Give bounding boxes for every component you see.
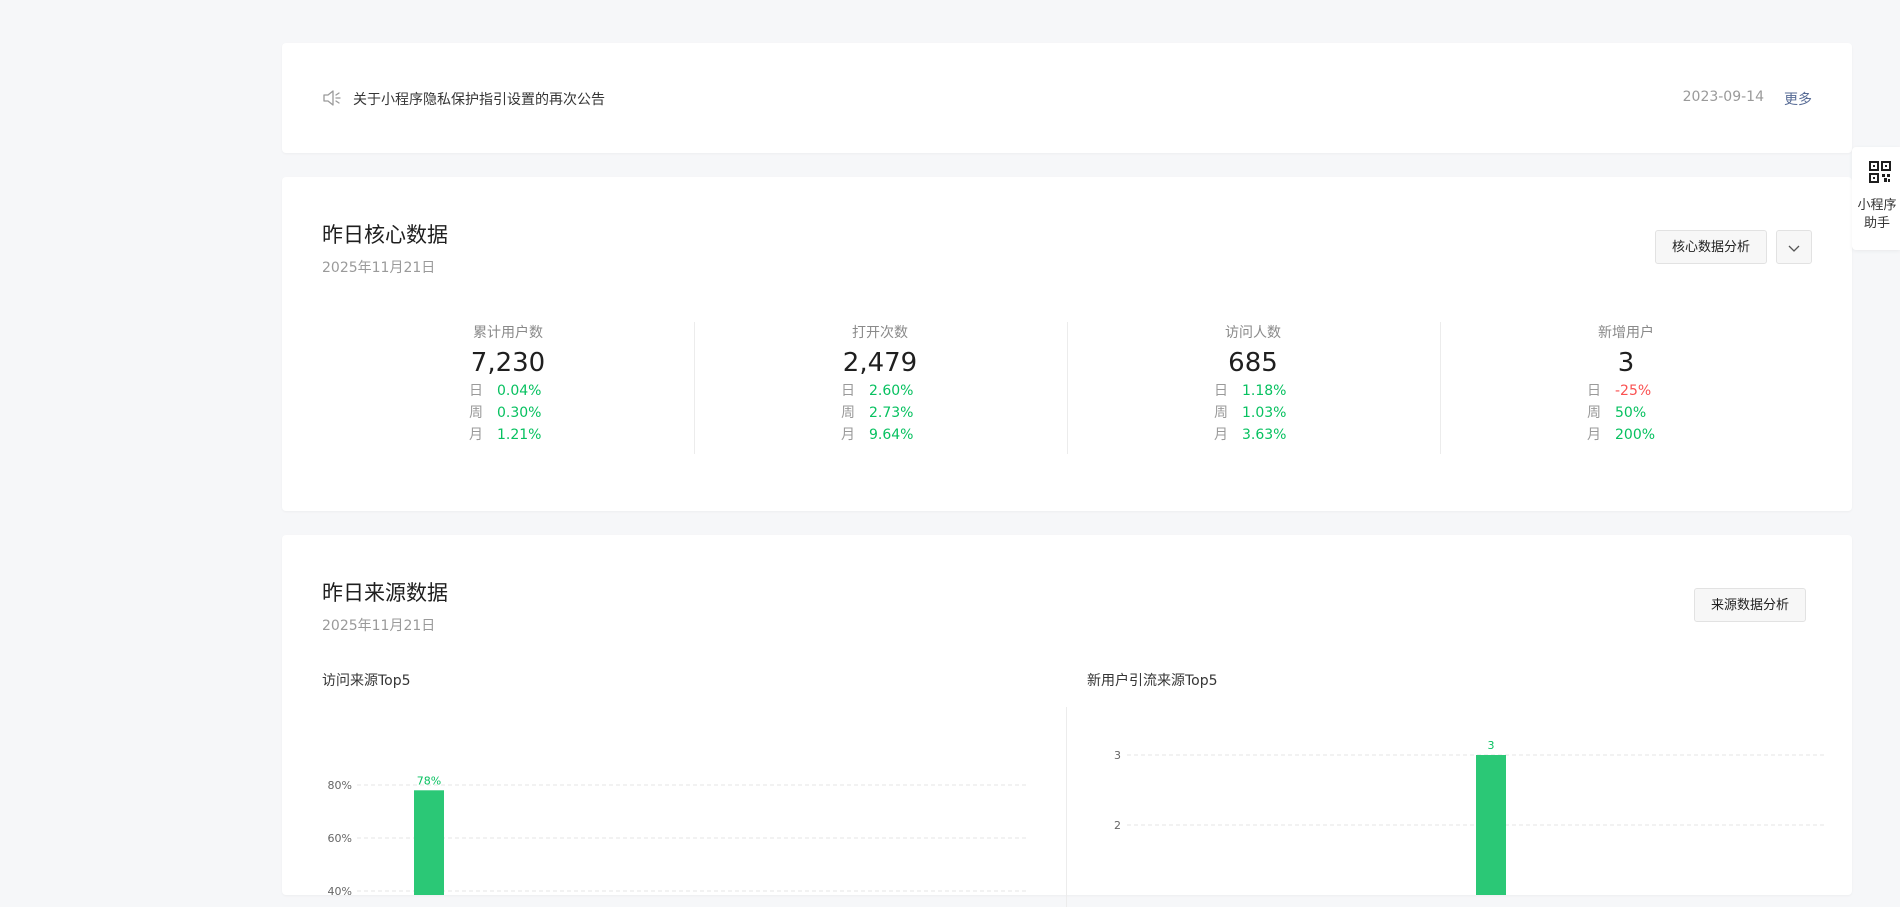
newuser-source-chart-title: 新用户引流来源Top5 xyxy=(1087,673,1218,689)
bar[interactable] xyxy=(1476,755,1506,895)
metric-value: 7,230 xyxy=(470,348,546,378)
core-data-card: 昨日核心数据 2025年11月21日 核心数据分析 累计用户数 7,230 日 0.0… xyxy=(282,177,1852,511)
core-section-date: 2025年11月21日 xyxy=(322,260,436,276)
visit-source-chart: 40% 60% 80% 78% xyxy=(328,774,1027,895)
change-period-label: 月 xyxy=(1587,427,1601,443)
metric-change-row: 周 50% xyxy=(1440,402,1812,424)
bar-value-label: 3 xyxy=(1488,739,1495,752)
helper-label-line2: 助手 xyxy=(1863,216,1890,231)
change-percent: 2.73% xyxy=(869,405,914,421)
helper-label: 小程序 助手 xyxy=(1854,197,1900,233)
notice-card: 关于小程序隐私保护指引设置的再次公告 2023-09-14 更多 xyxy=(282,43,1852,153)
change-percent: 3.63% xyxy=(1242,427,1287,443)
metric-change-row: 日 1.18% xyxy=(1067,380,1439,402)
metric-change-row: 周 1.03% xyxy=(1067,402,1439,424)
metric-label: 打开次数 xyxy=(852,325,908,341)
change-percent: -25% xyxy=(1615,383,1652,399)
source-analysis-button[interactable]: 来源数据分析 xyxy=(1694,588,1807,622)
metric-label: 累计用户数 xyxy=(473,325,543,341)
core-section-title: 昨日核心数据 xyxy=(322,223,448,247)
change-percent: 2.60% xyxy=(869,383,914,399)
core-dropdown-button[interactable] xyxy=(1776,230,1812,264)
metric-change-row: 月 3.63% xyxy=(1067,424,1439,446)
metric-value: 685 xyxy=(1228,348,1278,378)
change-period-label: 日 xyxy=(1587,383,1601,399)
y-tick-label: 80% xyxy=(328,779,352,792)
helper-label-line1: 小程序 xyxy=(1857,198,1897,213)
change-percent: 1.21% xyxy=(497,427,542,443)
source-data-card: 昨日来源数据 2025年11月21日 来源数据分析 访问来源Top5 新用户引流… xyxy=(282,535,1852,907)
y-tick-label: 3 xyxy=(1114,749,1121,762)
y-tick-label: 40% xyxy=(328,885,352,895)
metric-change-row: 月 9.64% xyxy=(694,424,1066,446)
metric-column: 累计用户数 7,230 日 0.04% 周 0.30% 月 1.21% xyxy=(322,322,694,454)
metric-value: 2,479 xyxy=(842,348,918,378)
notice-more-link[interactable]: 更多 xyxy=(1784,89,1812,109)
notice-text[interactable]: 关于小程序隐私保护指引设置的再次公告 xyxy=(353,89,605,109)
metric-change-row: 周 2.73% xyxy=(694,402,1066,424)
y-tick-label: 60% xyxy=(328,832,352,845)
qr-code-icon xyxy=(1869,161,1891,183)
metric-column: 访问人数 685 日 1.18% 周 1.03% 月 3.63% xyxy=(1067,322,1439,454)
change-period-label: 月 xyxy=(841,427,855,443)
metric-value: 3 xyxy=(1617,348,1635,378)
bar-value-label: 78% xyxy=(417,774,441,787)
metric-column: 新增用户 3 日 -25% 周 50% 月 200% xyxy=(1440,322,1812,454)
change-percent: 1.03% xyxy=(1242,405,1287,421)
change-percent: 0.30% xyxy=(497,405,542,421)
change-period-label: 日 xyxy=(469,383,483,399)
change-period-label: 周 xyxy=(1587,405,1601,421)
metric-change-rows: 日 -25% 周 50% 月 200% xyxy=(1440,380,1812,446)
bar[interactable] xyxy=(414,790,444,895)
metric-change-row: 周 0.30% xyxy=(322,402,694,424)
change-period-label: 周 xyxy=(841,405,855,421)
change-period-label: 周 xyxy=(469,405,483,421)
metric-change-row: 日 -25% xyxy=(1440,380,1812,402)
miniprogram-helper-button[interactable]: 小程序 助手 xyxy=(1852,147,1900,250)
notice-date: 2023-09-14 xyxy=(1682,89,1764,105)
metric-change-rows: 日 2.60% 周 2.73% 月 9.64% xyxy=(694,380,1066,446)
metric-column: 打开次数 2,479 日 2.60% 周 2.73% 月 9.64% xyxy=(694,322,1066,454)
newuser-source-chart: 2 3 3 xyxy=(1114,739,1827,895)
metric-label: 访问人数 xyxy=(1225,325,1281,341)
change-period-label: 日 xyxy=(841,383,855,399)
change-percent: 9.64% xyxy=(869,427,914,443)
metric-change-rows: 日 0.04% 周 0.30% 月 1.21% xyxy=(322,380,694,446)
metric-change-row: 日 2.60% xyxy=(694,380,1066,402)
source-section-date: 2025年11月21日 xyxy=(322,618,436,634)
metric-change-row: 日 0.04% xyxy=(322,380,694,402)
change-percent: 50% xyxy=(1615,405,1647,421)
change-period-label: 月 xyxy=(469,427,483,443)
metric-change-rows: 日 1.18% 周 1.03% 月 3.63% xyxy=(1067,380,1439,446)
metric-change-row: 月 1.21% xyxy=(322,424,694,446)
change-period-label: 月 xyxy=(1214,427,1228,443)
change-period-label: 周 xyxy=(1214,405,1228,421)
y-tick-label: 2 xyxy=(1114,819,1121,832)
change-percent: 0.04% xyxy=(497,383,542,399)
change-period-label: 日 xyxy=(1214,383,1228,399)
speaker-icon xyxy=(323,90,341,106)
source-section-title: 昨日来源数据 xyxy=(322,581,448,605)
metric-label: 新增用户 xyxy=(1598,325,1654,341)
change-percent: 200% xyxy=(1615,427,1656,443)
change-percent: 1.18% xyxy=(1242,383,1287,399)
chevron-down-icon xyxy=(1788,245,1800,252)
metric-change-row: 月 200% xyxy=(1440,424,1812,446)
core-analysis-button[interactable]: 核心数据分析 xyxy=(1655,230,1768,264)
visit-source-chart-title: 访问来源Top5 xyxy=(322,673,411,689)
